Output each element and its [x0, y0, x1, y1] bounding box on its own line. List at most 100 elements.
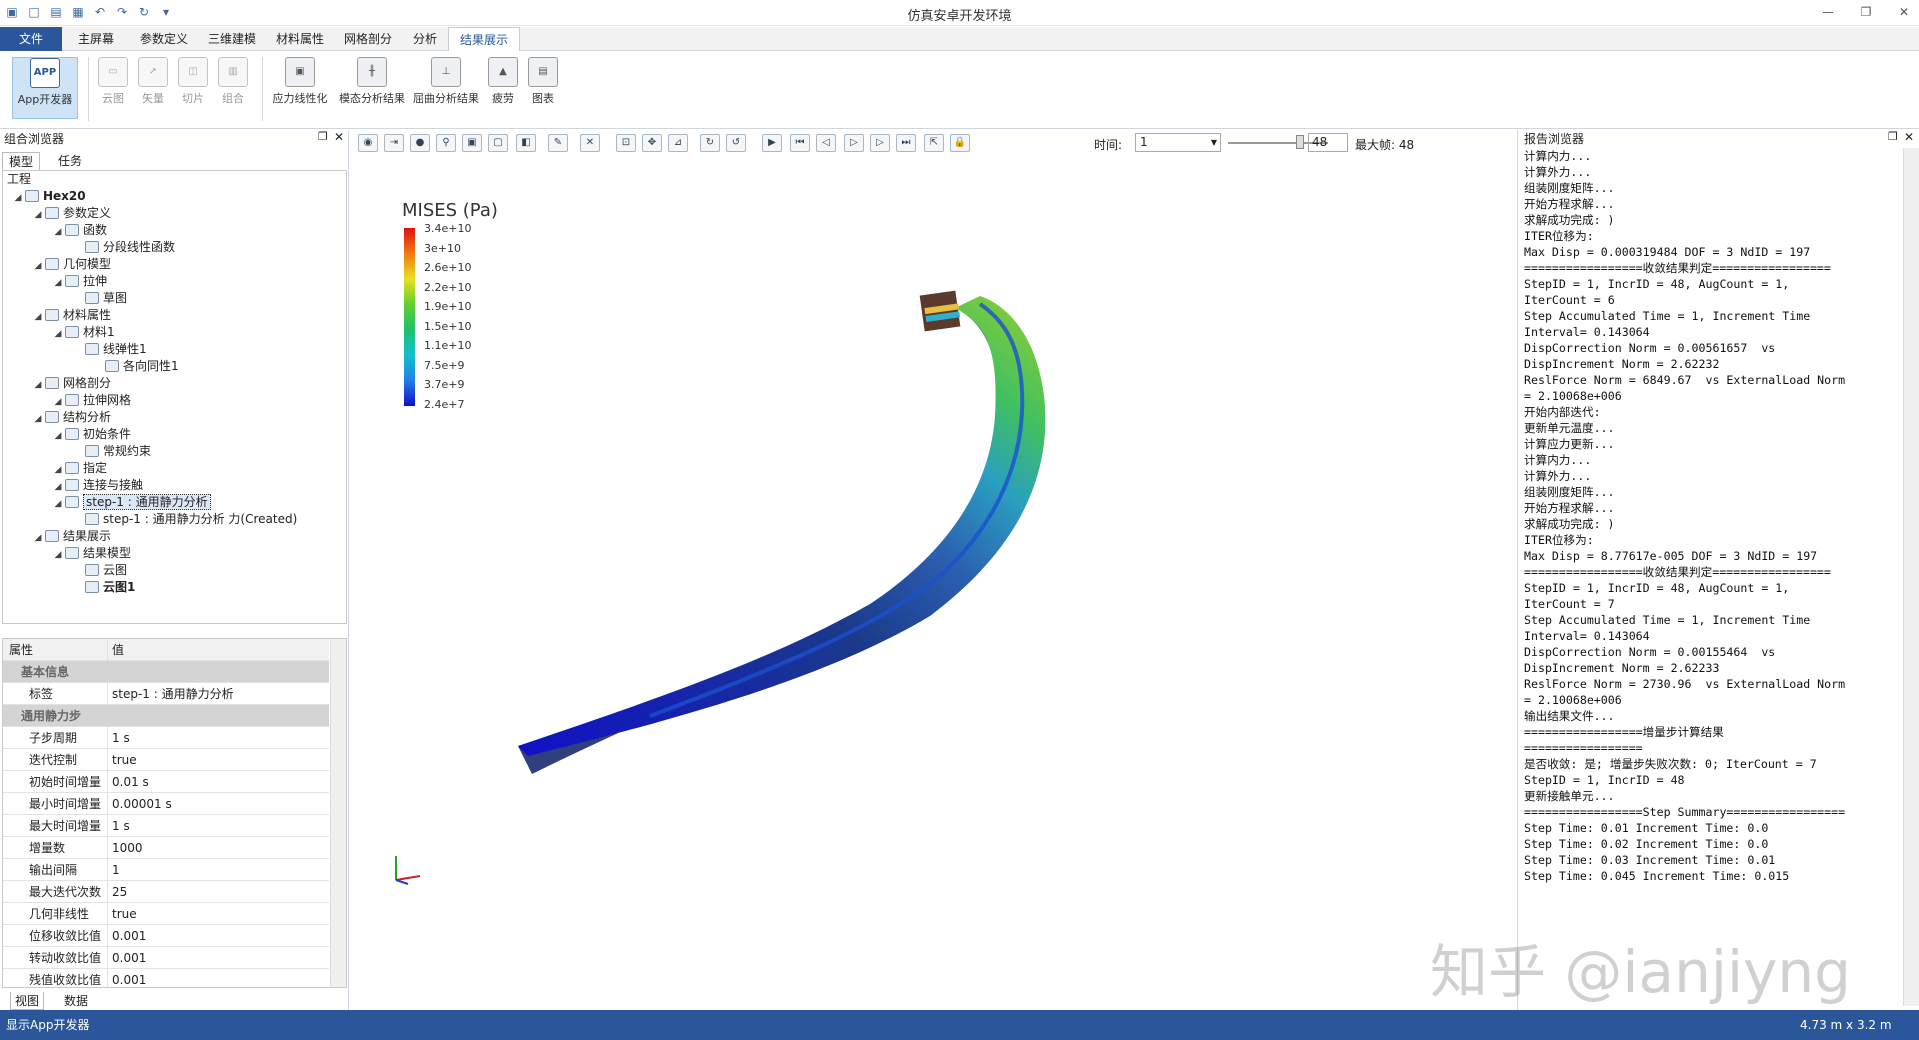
expand-arrow-icon[interactable]: ◢ — [51, 428, 65, 445]
property-row[interactable]: 最大迭代次数 25 — [3, 881, 329, 903]
property-row[interactable]: 转动收敛比值 0.001 — [3, 947, 329, 969]
menu-file[interactable]: 文件 — [0, 27, 62, 51]
property-row[interactable]: 几何非线性 true — [3, 903, 329, 925]
property-value[interactable]: 0.01 s — [107, 771, 329, 793]
ribbon-button-8[interactable]: ▤ 图表 — [524, 57, 562, 119]
menu-item-4[interactable]: 材料属性 — [266, 27, 334, 51]
property-row[interactable]: 位移收敛比值 0.001 — [3, 925, 329, 947]
property-group-row[interactable]: 通用静力步 — [3, 705, 329, 727]
lock-icon[interactable]: 🔒 — [950, 134, 970, 152]
time-dropdown[interactable]: 1 ▼ — [1135, 133, 1221, 152]
fit-icon[interactable]: ▣ — [462, 134, 482, 152]
menu-item-6[interactable]: 分析 — [402, 27, 448, 51]
box-icon[interactable]: ▢ — [488, 134, 508, 152]
select-icon[interactable]: ⊡ — [616, 134, 636, 152]
property-value[interactable]: 1 — [107, 859, 329, 881]
property-row[interactable]: 输出间隔 1 — [3, 859, 329, 881]
tree-node[interactable]: ◢ step-1 : 通用静力分析 — [3, 494, 346, 511]
property-value[interactable]: 0.00001 s — [107, 793, 329, 815]
tree-node[interactable]: ◢ 结果模型 — [3, 545, 346, 562]
restore-button[interactable]: ❐ — [1853, 3, 1879, 21]
property-value[interactable]: true — [107, 903, 329, 925]
tree-node[interactable]: ◢ 材料1 — [3, 324, 346, 341]
tree-node[interactable]: 分段线性函数 — [3, 239, 346, 256]
close-button[interactable]: ✕ — [1891, 3, 1917, 21]
property-value[interactable]: 0.001 — [107, 969, 329, 987]
record-icon[interactable]: ▶ — [762, 134, 782, 152]
expand-arrow-icon[interactable]: ◢ — [51, 547, 65, 564]
expand-arrow-icon[interactable]: ◢ — [31, 207, 45, 224]
tree-node[interactable]: ◢ Hex20 — [3, 188, 346, 205]
property-value[interactable]: 0.001 — [107, 947, 329, 969]
property-value[interactable]: step-1 : 通用静力分析 — [107, 683, 329, 705]
ribbon-button-5[interactable]: ╫ 模态分析结果 — [336, 57, 408, 119]
frame-slider-handle[interactable] — [1296, 135, 1304, 149]
property-scrollbar[interactable] — [330, 639, 346, 987]
expand-arrow-icon[interactable]: ◢ — [31, 411, 45, 428]
property-value[interactable]: 1000 — [107, 837, 329, 859]
export-frame-icon[interactable]: ⇱ — [924, 134, 944, 152]
delete-icon[interactable]: ✕ — [580, 134, 600, 152]
property-value[interactable]: 0.001 — [107, 925, 329, 947]
expand-arrow-icon[interactable]: ◢ — [31, 258, 45, 275]
screenshot-icon[interactable]: ◉ — [358, 134, 378, 152]
tree-node[interactable]: ◢ 参数定义 — [3, 205, 346, 222]
tree-node[interactable]: 云图1 — [3, 579, 346, 596]
property-row[interactable]: 子步周期 1 s — [3, 727, 329, 749]
last-frame-icon[interactable]: ⏭ — [896, 134, 916, 152]
ribbon-button-7[interactable]: ▲ 疲劳 — [484, 57, 522, 119]
tree-node[interactable]: ◢ 几何模型 — [3, 256, 346, 273]
property-row[interactable]: 残值收敛比值 0.001 — [3, 969, 329, 987]
frame-spinbox[interactable]: 48 — [1308, 133, 1348, 152]
rotate-cw-icon[interactable]: ↻ — [700, 134, 720, 152]
ribbon-button-2[interactable]: ◫ 切片 — [174, 57, 212, 119]
next-frame-icon[interactable]: ▷ — [870, 134, 890, 152]
expand-arrow-icon[interactable]: ◢ — [51, 275, 65, 292]
ribbon-button-4[interactable]: ▣ 应力线性化 — [268, 57, 332, 119]
menu-item-7[interactable]: 结果展示 — [448, 27, 520, 51]
tree-node[interactable]: 线弹性1 — [3, 341, 346, 358]
close-panel-icon[interactable]: ✕ — [334, 130, 344, 144]
tree-node[interactable]: 常规约束 — [3, 443, 346, 460]
property-value[interactable]: 1 s — [107, 815, 329, 837]
property-row[interactable]: 最小时间增量 0.00001 s — [3, 793, 329, 815]
brush-icon[interactable]: ✎ — [548, 134, 568, 152]
tree-node[interactable]: ◢ 结构分析 — [3, 409, 346, 426]
tree-node[interactable]: ◢ 函数 — [3, 222, 346, 239]
first-frame-icon[interactable]: ⏮ — [790, 134, 810, 152]
expand-arrow-icon[interactable]: ◢ — [51, 224, 65, 241]
ribbon-button-3[interactable]: ▥ 组合 — [214, 57, 252, 119]
tree-node[interactable]: 各向同性1 — [3, 358, 346, 375]
property-value[interactable]: true — [107, 749, 329, 771]
prev-frame-icon[interactable]: ◁ — [816, 134, 836, 152]
float-icon[interactable]: ❐ — [318, 130, 328, 143]
tree-node[interactable]: ◢ 连接与接触 — [3, 477, 346, 494]
menu-item-3[interactable]: 三维建模 — [198, 27, 266, 51]
ribbon-button-0[interactable]: ▭ 云图 — [94, 57, 132, 119]
expand-arrow-icon[interactable]: ◢ — [51, 326, 65, 343]
float-icon[interactable]: ❐ — [1888, 130, 1898, 143]
property-group-row[interactable]: 基本信息 — [3, 661, 329, 683]
expand-arrow-icon[interactable]: ◢ — [11, 190, 25, 207]
3d-viewport[interactable]: ◉ ⇥ ● ⚲ ▣ ▢ ◧ ✎ ✕ ⊡ ✥ ⊿ ↻ ↺ ▶ ⏮ ◁ ▷ ▷ ⏭ ⇱ 🔒 时间: 1 ▼ 48 最大帧: 48… — [350, 130, 1516, 1010]
rotate-ccw-icon[interactable]: ↺ — [726, 134, 746, 152]
property-row[interactable]: 增量数 1000 — [3, 837, 329, 859]
expand-arrow-icon[interactable]: ◢ — [51, 496, 65, 513]
expand-arrow-icon[interactable]: ◢ — [31, 377, 45, 394]
close-panel-icon[interactable]: ✕ — [1904, 130, 1914, 144]
tree-node[interactable]: ◢ 拉伸 — [3, 273, 346, 290]
app-developer-button[interactable]: APP App开发器 — [12, 57, 78, 119]
tree-node[interactable]: ◢ 网格剖分 — [3, 375, 346, 392]
property-row[interactable]: 初始时间增量 0.01 s — [3, 771, 329, 793]
pan-icon[interactable]: ✥ — [642, 134, 662, 152]
tree-node[interactable]: step-1 : 通用静力分析 力(Created) — [3, 511, 346, 528]
minimize-button[interactable]: — — [1815, 3, 1841, 21]
tree-node[interactable]: ◢ 拉伸网格 — [3, 392, 346, 409]
tree-node[interactable]: ◢ 指定 — [3, 460, 346, 477]
tree-node[interactable]: ◢ 结果展示 — [3, 528, 346, 545]
tab-task[interactable]: 任务 — [52, 152, 88, 170]
tree-node[interactable]: 草图 — [3, 290, 346, 307]
menu-item-1[interactable]: 主屏幕 — [62, 27, 130, 51]
property-row[interactable]: 最大时间增量 1 s — [3, 815, 329, 837]
ribbon-button-1[interactable]: ➚ 矢量 — [134, 57, 172, 119]
